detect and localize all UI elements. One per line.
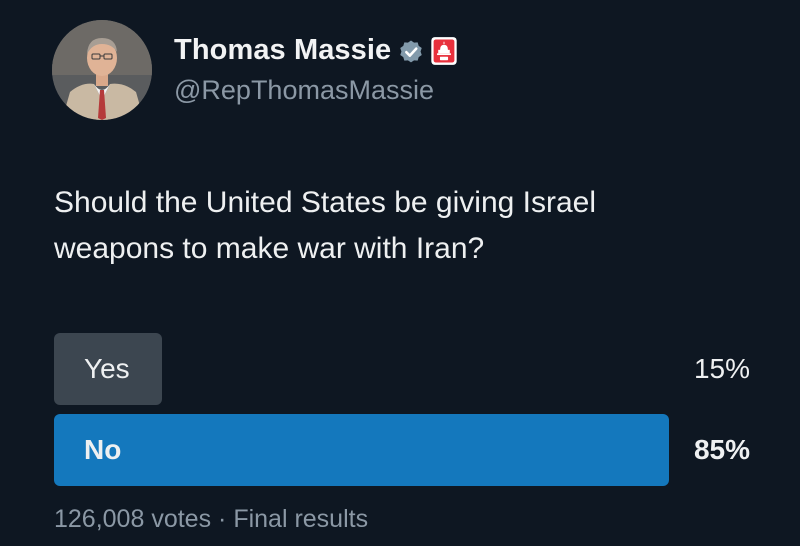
post-header: Thomas Massie @RepThomasMassie [52,18,458,122]
name-row: Thomas Massie [174,31,458,71]
author-handle[interactable]: @RepThomasMassie [174,75,458,106]
post-text: Should the United States be giving Israe… [54,180,774,272]
poll-vote-count: 126,008 votes [54,505,212,533]
avatar[interactable] [52,20,152,120]
poll-option-yes: Yes 15% [54,333,750,405]
poll-option-no: No 85% [54,414,750,486]
poll-separator: · [218,505,227,533]
verified-badge-icon[interactable] [397,37,425,65]
post-text-line-2: weapons to make war with Iran? [54,232,485,265]
poll-option-percent: 15% [693,353,750,384]
author-info: Thomas Massie @RepThomasMassie [174,31,458,106]
poll-footer: 126,008 votes · Final results [54,505,368,534]
display-name[interactable]: Thomas Massie [174,34,391,67]
us-capitol-badge-icon[interactable] [430,36,458,66]
avatar-photo [52,20,152,120]
poll-option-label: No [84,434,122,465]
post-text-line-1: Should the United States be giving Israe… [54,186,597,219]
poll-option-label: Yes [84,353,130,384]
poll-bar-no [54,414,669,486]
poll-option-percent: 85% [693,434,750,465]
poll-status: Final results [233,505,369,533]
